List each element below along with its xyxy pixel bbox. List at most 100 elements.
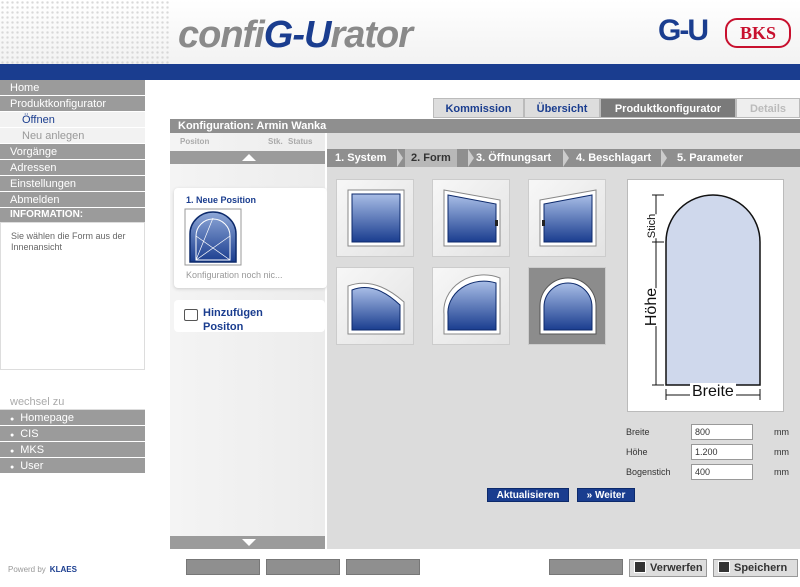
wechsel-panel: wechsel zu ● Homepage ● CIS ● MKS ● User bbox=[0, 394, 145, 474]
round-arch-window-icon bbox=[539, 277, 597, 335]
step-beschlagart[interactable]: 4. Beschlagart bbox=[576, 149, 651, 167]
powered-by: Powerd by KLAES bbox=[8, 565, 77, 574]
wechsel-cis[interactable]: ● CIS bbox=[0, 426, 145, 442]
wechsel-mks[interactable]: ● MKS bbox=[0, 442, 145, 458]
wechsel-homepage[interactable]: ● Homepage bbox=[0, 410, 145, 426]
aktualisieren-button[interactable]: Aktualisieren bbox=[487, 488, 569, 502]
bullet-icon: ● bbox=[10, 448, 15, 455]
step-separator-icon bbox=[397, 149, 403, 167]
wechsel-label: Homepage bbox=[20, 412, 75, 424]
bogenstich-unit: mm bbox=[774, 467, 789, 477]
tab-produktkonfigurator[interactable]: Produktkonfigurator bbox=[600, 98, 736, 118]
scroll-up-button[interactable] bbox=[170, 151, 325, 164]
left-navigation: Home Produktkonfigurator Öffnen Neu anle… bbox=[0, 80, 145, 370]
powered-label: Powerd by bbox=[8, 565, 46, 574]
col-status: Status bbox=[288, 137, 313, 146]
slanted-window-icon bbox=[539, 189, 597, 247]
nav-einstellungen[interactable]: Einstellungen bbox=[0, 176, 145, 192]
add-position-line1: Hinzufügen bbox=[203, 307, 263, 319]
bogenstich-label: Bogenstich bbox=[626, 467, 671, 477]
step-separator-icon bbox=[468, 149, 474, 167]
discard-icon bbox=[634, 561, 646, 573]
shape-round-arch[interactable] bbox=[528, 267, 606, 345]
bottom-button-2[interactable] bbox=[266, 559, 340, 575]
logo-part-gu: G-U bbox=[263, 14, 332, 56]
step-system[interactable]: 1. System bbox=[335, 149, 386, 167]
shape-rectangle[interactable] bbox=[336, 179, 414, 257]
arrow-up-icon bbox=[242, 154, 256, 161]
bks-brand-logo: BKS bbox=[725, 18, 791, 48]
information-text: Sie wählen die Form aus der Innenansicht bbox=[0, 222, 145, 370]
klaes-logo[interactable]: KLAES bbox=[50, 565, 77, 574]
arrow-down-icon bbox=[242, 539, 256, 546]
bogenstich-input[interactable] bbox=[691, 464, 753, 480]
bottom-button-3[interactable] bbox=[346, 559, 420, 575]
header-band bbox=[0, 64, 800, 80]
hoehe-unit: mm bbox=[774, 447, 789, 457]
configuration-title: Konfiguration: Armin Wanka bbox=[170, 119, 800, 133]
weiter-button[interactable]: » Weiter bbox=[577, 488, 635, 502]
shape-drawing: Stich Höhe Breite bbox=[627, 179, 784, 412]
wechsel-user[interactable]: ● User bbox=[0, 458, 145, 474]
wechsel-label: MKS bbox=[20, 444, 45, 456]
steps-bar: 1. System 2. Form 3. Öffnungsart 4. Besc… bbox=[327, 149, 800, 167]
wechsel-heading: wechsel zu bbox=[0, 394, 145, 410]
step-parameter[interactable]: 5. Parameter bbox=[677, 149, 743, 167]
breite-input[interactable] bbox=[691, 424, 753, 440]
shape-slant-top-right[interactable] bbox=[432, 179, 510, 257]
positions-header: Positon Stk. Status bbox=[170, 133, 325, 149]
shape-quarter-arch[interactable] bbox=[432, 267, 510, 345]
quarter-arch-window-icon bbox=[443, 274, 501, 335]
bottom-button-4[interactable] bbox=[549, 559, 623, 575]
save-icon bbox=[718, 561, 730, 573]
hoehe-input[interactable] bbox=[691, 444, 753, 460]
col-stk: Stk. bbox=[268, 137, 283, 146]
position-card[interactable]: 1. Neue Position Konfiguration noch nic.… bbox=[174, 188, 327, 288]
tab-details[interactable]: Details bbox=[736, 98, 800, 118]
speichern-button[interactable]: Speichern bbox=[713, 559, 798, 577]
param-row-bogenstich: Bogenstich mm bbox=[626, 464, 796, 480]
bullet-icon: ● bbox=[10, 464, 15, 471]
nav-oeffnen[interactable]: Öffnen bbox=[0, 112, 145, 128]
gu-brand-logo: G-U bbox=[658, 14, 709, 47]
tab-kommission[interactable]: Kommission bbox=[433, 98, 524, 118]
nav-vorgaenge[interactable]: Vorgänge bbox=[0, 144, 145, 160]
nav-produktkonfigurator[interactable]: Produktkonfigurator bbox=[0, 96, 145, 112]
breite-label: Breite bbox=[626, 427, 650, 437]
add-position-button[interactable]: Hinzufügen Positon bbox=[174, 300, 325, 334]
col-position: Positon bbox=[180, 137, 210, 146]
wechsel-label: CIS bbox=[20, 428, 39, 440]
world-map-graphic bbox=[0, 0, 170, 64]
rectangle-window-icon bbox=[347, 189, 405, 247]
param-row-hoehe: Höhe mm bbox=[626, 444, 796, 460]
verwerfen-label: Verwerfen bbox=[650, 562, 703, 574]
step-form[interactable]: 2. Form bbox=[405, 149, 457, 167]
step-separator-icon bbox=[563, 149, 569, 167]
window-thumbnail-icon bbox=[184, 208, 242, 266]
scroll-down-button[interactable] bbox=[170, 536, 325, 549]
label-hoehe: Höhe bbox=[643, 287, 662, 327]
breite-unit: mm bbox=[774, 427, 789, 437]
nav-abmelden[interactable]: Abmelden bbox=[0, 192, 145, 208]
param-row-breite: Breite mm bbox=[626, 424, 796, 440]
position-card-title: 1. Neue Position bbox=[186, 195, 257, 205]
position-card-status: Konfiguration noch nic... bbox=[186, 270, 283, 280]
bottom-button-1[interactable] bbox=[186, 559, 260, 575]
add-position-label: Hinzufügen Positon bbox=[203, 306, 263, 334]
shape-slant-top-left[interactable] bbox=[528, 179, 606, 257]
step-oeffnungsart[interactable]: 3. Öffnungsart bbox=[476, 149, 551, 167]
shape-segment-arch[interactable] bbox=[336, 267, 414, 345]
verwerfen-button[interactable]: Verwerfen bbox=[629, 559, 707, 577]
hoehe-label: Höhe bbox=[626, 447, 648, 457]
logo-part-b: rator bbox=[330, 14, 413, 56]
header: confiG-Urator G-U BKS bbox=[0, 0, 800, 64]
nav-home[interactable]: Home bbox=[0, 80, 145, 96]
nav-neu-anlegen[interactable]: Neu anlegen bbox=[0, 128, 145, 144]
add-position-line2: Positon bbox=[203, 321, 244, 333]
logo-part-a: confi bbox=[178, 14, 265, 56]
segment-arch-window-icon bbox=[347, 282, 405, 335]
nav-adressen[interactable]: Adressen bbox=[0, 160, 145, 176]
tab-uebersicht[interactable]: Übersicht bbox=[524, 98, 600, 118]
speichern-label: Speichern bbox=[734, 562, 788, 574]
add-window-icon bbox=[184, 309, 198, 321]
